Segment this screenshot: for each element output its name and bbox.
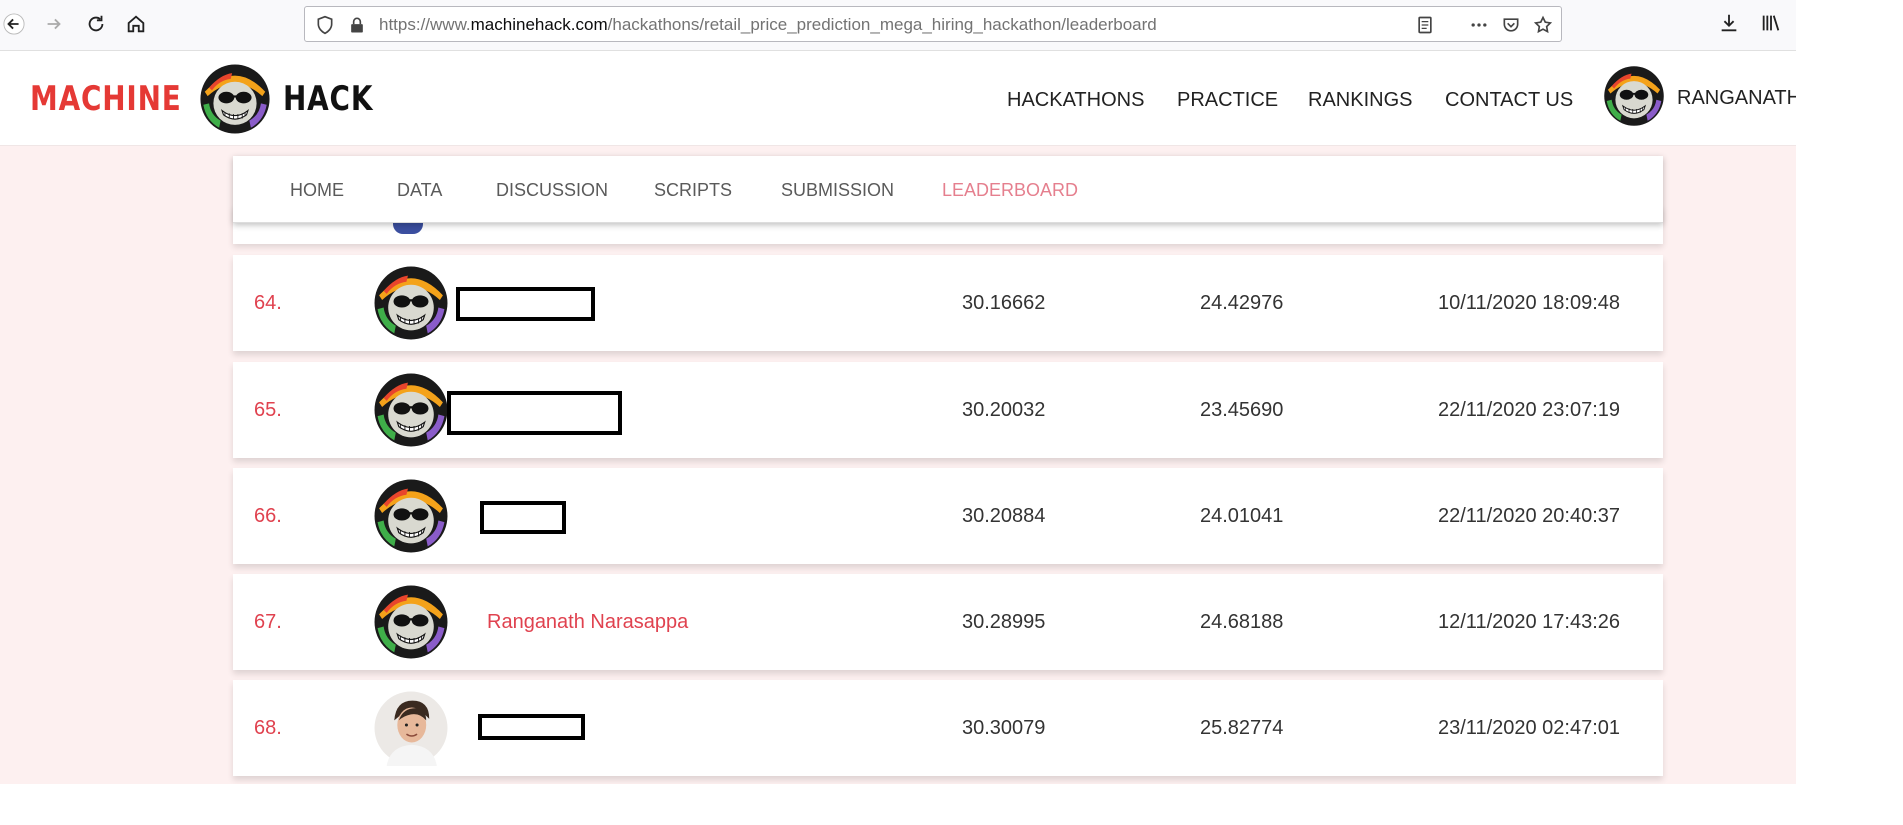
redacted-name [478, 714, 585, 740]
rank: 67. [254, 611, 282, 633]
tab-submission[interactable]: SUBMISSION [781, 180, 894, 201]
site-logo[interactable]: MACHINE HACK [30, 59, 393, 139]
submission-time: 23/11/2020 02:47:01 [1438, 717, 1621, 739]
private-score: 30.20884 [962, 505, 1046, 527]
mascot-logo-icon [195, 63, 275, 135]
nav-contact-us[interactable]: CONTACT US [1445, 89, 1573, 112]
submission-time: 22/11/2020 23:07:19 [1438, 399, 1621, 421]
public-score: 24.68188 [1200, 611, 1284, 633]
address-bar[interactable]: https://www.machinehack.com/hackathons/r… [304, 6, 1562, 42]
public-score: 24.01041 [1200, 505, 1284, 527]
private-score: 30.28995 [962, 611, 1046, 633]
forward-arrow-icon[interactable] [40, 10, 68, 38]
user-name-link[interactable]: Ranganath Narasappa [487, 611, 688, 634]
public-score: 25.82774 [1200, 717, 1284, 739]
shield-icon[interactable] [315, 15, 335, 35]
rank: 64. [254, 292, 282, 314]
lock-icon[interactable] [347, 15, 367, 35]
home-icon[interactable] [122, 10, 150, 38]
nav-hackathons[interactable]: HACKATHONS [1007, 89, 1144, 112]
submission-time: 12/11/2020 17:43:26 [1438, 611, 1621, 633]
library-icon[interactable] [1760, 12, 1782, 34]
user-avatar[interactable] [1603, 65, 1665, 127]
redacted-name [447, 391, 622, 435]
nav-rankings[interactable]: RANKINGS [1308, 89, 1412, 112]
site-header: MACHINE HACK HACKATHONS PRACTICE RANKING… [0, 51, 1796, 146]
tab-home[interactable]: HOME [290, 180, 344, 201]
star-icon[interactable] [1533, 15, 1553, 35]
back-arrow-icon[interactable] [0, 10, 28, 38]
url-text: https://www.machinehack.com/hackathons/r… [379, 15, 1157, 34]
redacted-name [456, 287, 595, 321]
pocket-icon[interactable] [1501, 15, 1521, 35]
leaderboard: HOME DATA DISCUSSION SCRIPTS SUBMISSION … [233, 146, 1663, 784]
browser-viewport: https://www.machinehack.com/hackathons/r… [0, 0, 1796, 784]
user-name[interactable]: RANGANATH [1677, 87, 1796, 110]
table-row: 64. 30.16662 24.42976 10/11/2020 18:09:4… [233, 255, 1663, 351]
private-score: 30.20032 [962, 399, 1046, 421]
logo-text-machine: MACHINE [30, 79, 182, 119]
tab-leaderboard[interactable]: LEADERBOARD [942, 180, 1078, 201]
private-score: 30.16662 [962, 292, 1046, 314]
tab-discussion[interactable]: DISCUSSION [496, 180, 608, 201]
submission-time: 22/11/2020 20:40:37 [1438, 505, 1621, 527]
rank: 65. [254, 399, 282, 421]
avatar[interactable] [373, 584, 449, 660]
nav-practice[interactable]: PRACTICE [1177, 89, 1278, 112]
browser-toolbar: https://www.machinehack.com/hackathons/r… [0, 0, 1796, 51]
logo-text-hack: HACK [282, 79, 374, 119]
more-icon[interactable] [1469, 15, 1489, 35]
tab-data[interactable]: DATA [397, 180, 442, 201]
table-row: 68. 30.30079 25.82774 23/11/2020 02:47:0… [233, 680, 1663, 776]
public-score: 23.45690 [1200, 399, 1284, 421]
avatar[interactable] [373, 478, 449, 554]
table-row: 66. 30.20884 24.01041 22/11/2020 20:40:3… [233, 468, 1663, 564]
rank: 66. [254, 505, 282, 527]
private-score: 30.30079 [962, 717, 1046, 739]
table-row: 65. 30.20032 23.45690 22/11/2020 23:07:1… [233, 362, 1663, 458]
redacted-name [480, 501, 566, 534]
reload-icon[interactable] [82, 10, 110, 38]
avatar[interactable] [373, 265, 449, 341]
download-icon[interactable] [1718, 12, 1740, 34]
reader-view-icon[interactable] [1415, 15, 1435, 35]
submission-time: 10/11/2020 18:09:48 [1438, 292, 1621, 314]
public-score: 24.42976 [1200, 292, 1284, 314]
avatar[interactable] [373, 372, 449, 448]
avatar[interactable] [373, 690, 449, 766]
tab-scripts[interactable]: SCRIPTS [654, 180, 732, 201]
rank: 68. [254, 717, 282, 739]
table-row: 67. Ranganath Narasappa 30.28995 24.6818… [233, 574, 1663, 670]
hackathon-subnav: HOME DATA DISCUSSION SCRIPTS SUBMISSION … [233, 156, 1663, 223]
page-content: HOME DATA DISCUSSION SCRIPTS SUBMISSION … [0, 146, 1796, 784]
